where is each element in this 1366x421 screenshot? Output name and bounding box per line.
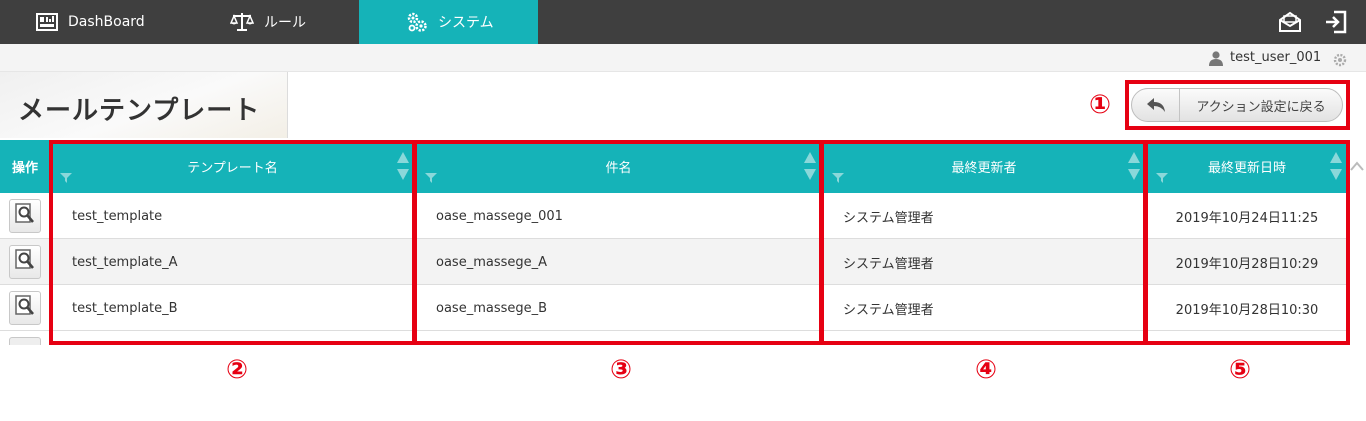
user-icon: [1208, 50, 1224, 70]
magnifier-document-icon: [15, 295, 35, 321]
annotation-number-1: ①: [1089, 90, 1112, 120]
annotation-number-4: ④: [975, 355, 998, 385]
annotation-number-5: ⑤: [1229, 355, 1252, 385]
view-details-button[interactable]: [9, 245, 41, 279]
scales-icon: [230, 12, 254, 32]
user-name[interactable]: test_user_001: [1230, 50, 1321, 65]
view-details-button[interactable]: [9, 199, 41, 233]
tab-dashboard[interactable]: DashBoard: [36, 0, 145, 44]
tab-system-label: システム: [438, 15, 494, 31]
logout-icon[interactable]: [1324, 10, 1348, 38]
gear-icon[interactable]: [1333, 52, 1347, 71]
mail-icon[interactable]: [1278, 10, 1302, 38]
magnifier-document-icon: [15, 203, 35, 229]
annotation-box-2: [49, 140, 416, 345]
tab-rule[interactable]: ルール: [230, 0, 306, 44]
annotation-box-4: [820, 140, 1147, 345]
scroll-up-icon[interactable]: [1350, 156, 1364, 175]
user-bar: test_user_001: [0, 44, 1366, 72]
tab-rule-label: ルール: [264, 15, 306, 31]
annotation-box-1: [1125, 80, 1350, 130]
gears-icon: [406, 11, 428, 33]
annotation-number-3: ③: [610, 355, 633, 385]
header-operation: 操作: [11, 161, 38, 176]
annotation-box-3: [413, 140, 823, 345]
annotation-number-2: ②: [226, 355, 249, 385]
view-details-button[interactable]: [9, 291, 41, 325]
view-details-button[interactable]: [9, 337, 41, 345]
dashboard-icon: [36, 13, 58, 31]
annotation-box-5: [1144, 140, 1350, 345]
tab-dashboard-label: DashBoard: [68, 14, 145, 30]
page-title: メールテンプレート: [18, 96, 261, 126]
magnifier-document-icon: [15, 249, 35, 275]
title-panel: メールテンプレート: [0, 72, 288, 138]
top-navigation: DashBoard ルール システム: [0, 0, 1366, 44]
tab-system[interactable]: システム: [359, 0, 538, 44]
